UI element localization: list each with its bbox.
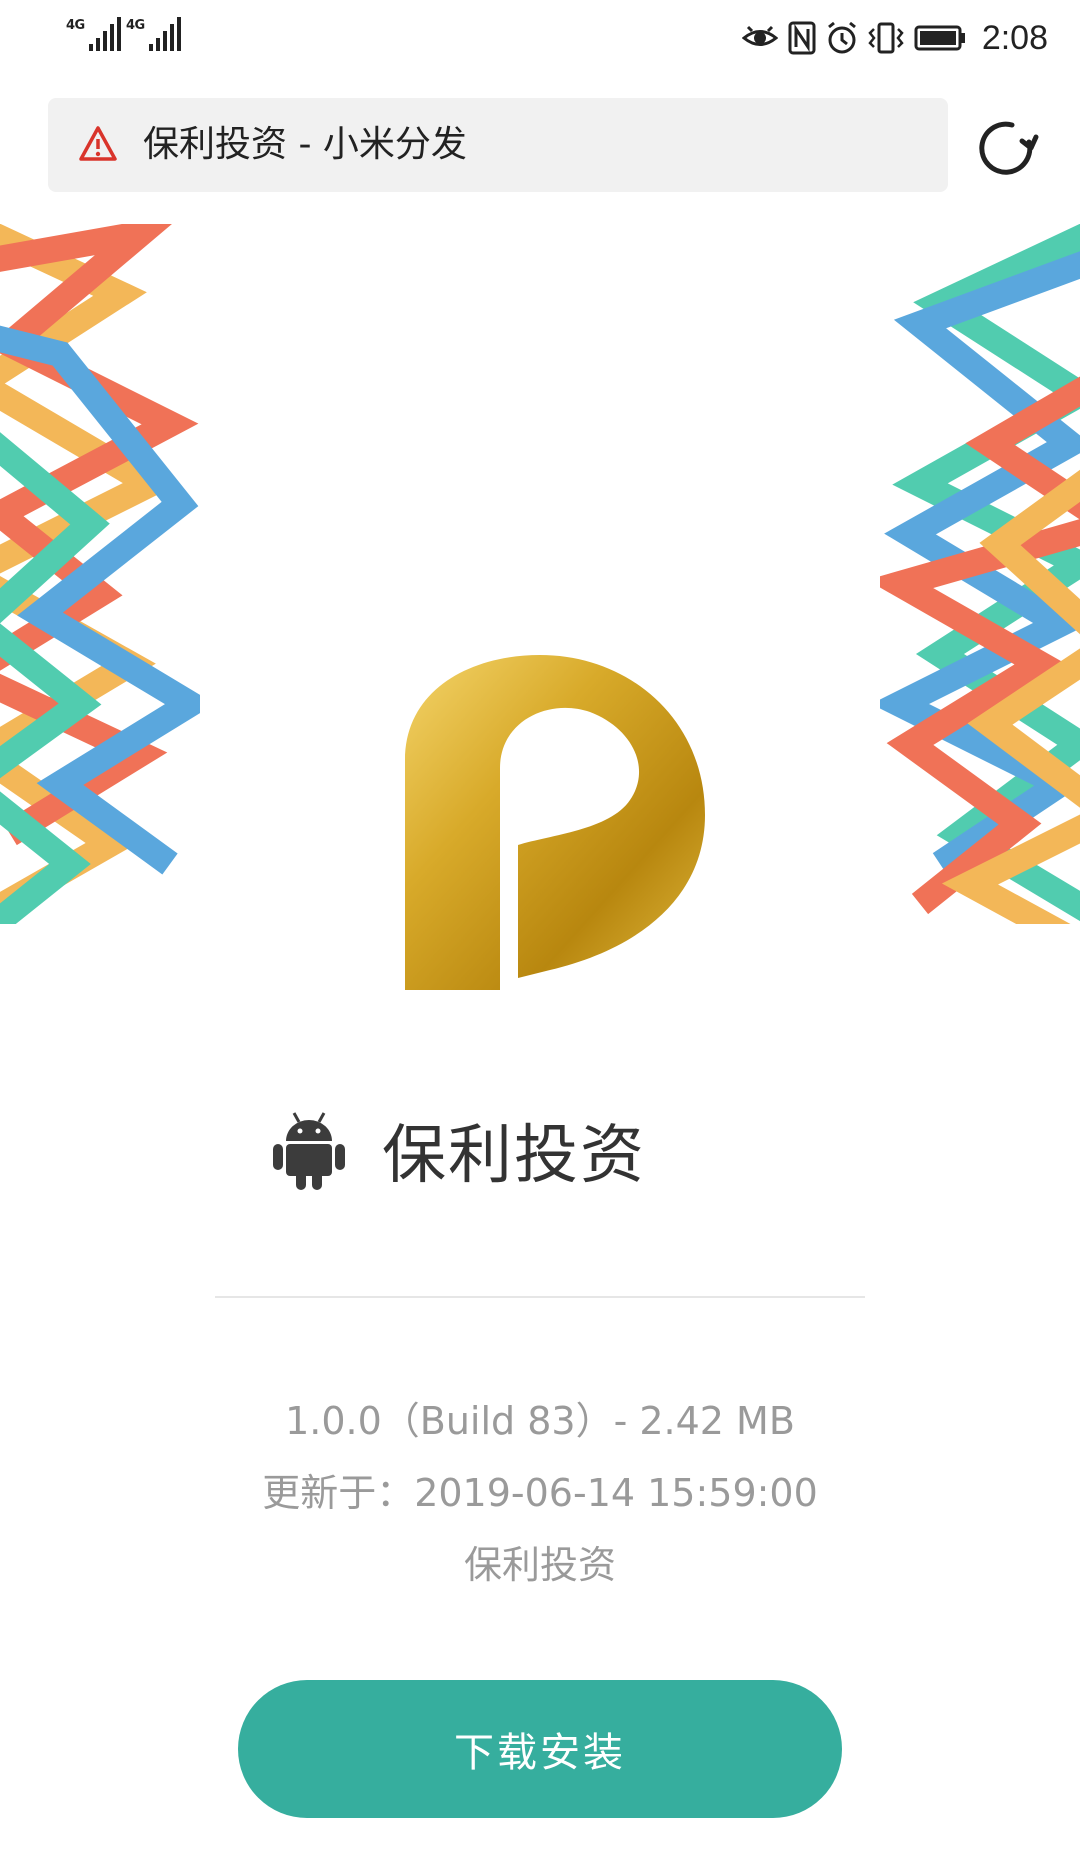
sim2-network-label: 4G [126, 18, 145, 33]
signal-bars-icon [149, 17, 181, 51]
status-bar: 4G 4G 2:08 [0, 0, 1080, 78]
download-install-button[interactable]: 下载安装 [238, 1680, 842, 1818]
publisher: 保利投资 [463, 1543, 616, 1587]
sim1-signal: 4G [66, 16, 126, 56]
version-info: 1.0.0（Build 83）- 2.42 MB [285, 1399, 795, 1443]
sim2-signal: 4G [126, 16, 186, 56]
divider [215, 1296, 865, 1298]
android-icon [273, 1112, 345, 1190]
nfc-icon [788, 21, 816, 55]
left-zigzag-decoration [0, 224, 200, 924]
warning-triangle-icon[interactable] [78, 125, 118, 163]
signal-bars-icon [89, 17, 121, 51]
alarm-icon [827, 21, 856, 54]
app-name: 保利投资 [382, 1119, 646, 1193]
status-icons: 2:08 [741, 16, 1048, 60]
reload-icon[interactable] [974, 115, 1040, 181]
app-title-row: 保利投资 [272, 1100, 646, 1200]
clock: 2:08 [981, 18, 1048, 57]
app-logo [405, 655, 705, 990]
eye-icon [741, 25, 778, 46]
right-zigzag-decoration [880, 224, 1080, 924]
update-time: 更新于：2019-06-14 15:59:00 [262, 1471, 818, 1515]
address-bar[interactable]: 保利投资 - 小米分发 [48, 98, 948, 192]
battery-icon [914, 25, 965, 51]
sim1-network-label: 4G [66, 18, 85, 33]
page-title: 保利投资 - 小米分发 [143, 124, 467, 165]
vibrate-icon [868, 22, 904, 54]
